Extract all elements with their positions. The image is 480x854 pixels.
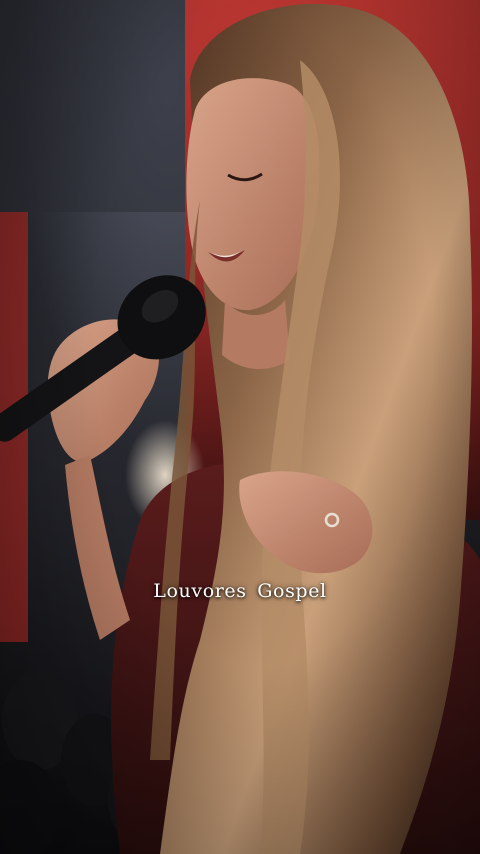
performer-scene — [0, 0, 480, 854]
video-caption: Louvores Gospel — [153, 580, 327, 602]
video-frame[interactable]: Louvores Gospel — [0, 0, 480, 854]
left-forearm — [65, 455, 130, 640]
backdrop-dark-area — [0, 0, 185, 212]
